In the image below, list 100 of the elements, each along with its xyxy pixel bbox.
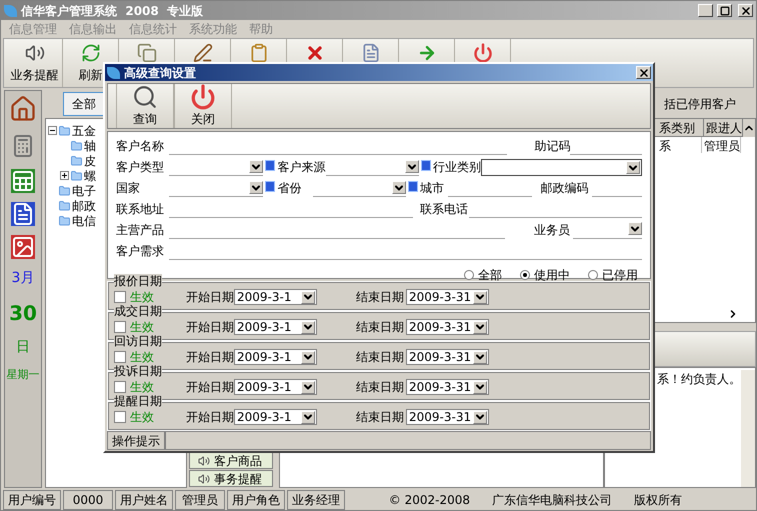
dropdown-button[interactable]: [473, 290, 487, 304]
date-picker[interactable]: 2009-3-31: [406, 349, 489, 365]
dropdown-button[interactable]: [249, 181, 264, 194]
status-text: 用户角色: [227, 490, 285, 510]
calendar-day-unit: 日: [16, 338, 30, 357]
field-label: 结束日期: [356, 379, 405, 396]
date-picker[interactable]: 2009-3-31: [406, 379, 489, 395]
maximize-icon: [720, 6, 730, 16]
dropdown-button[interactable]: [301, 290, 315, 304]
calculator-icon[interactable]: [11, 132, 35, 160]
dropdown-button[interactable]: [473, 410, 487, 424]
dropdown-button[interactable]: [301, 350, 315, 364]
tree-item[interactable]: 五金: [72, 122, 96, 140]
dropdown-button[interactable]: [392, 181, 406, 194]
minimize-button[interactable]: [698, 4, 713, 17]
tree-item[interactable]: 电子: [72, 182, 96, 200]
date-picker[interactable]: 2009-3-31: [406, 409, 489, 425]
copy-icon: [136, 42, 156, 62]
document-icon: [360, 42, 380, 62]
pen-icon: [192, 42, 212, 62]
group-title: 提醒日期: [114, 394, 162, 408]
lookup-icon[interactable]: [420, 160, 431, 171]
status-text: 业务经理: [287, 490, 345, 510]
field-label: 国家: [116, 180, 141, 197]
dropdown-button[interactable]: [628, 222, 642, 235]
maximize-button[interactable]: [717, 4, 732, 17]
tree-item[interactable]: 螺: [84, 166, 96, 184]
folder-icon: [58, 200, 71, 212]
table-cell: 管理员: [702, 137, 741, 153]
combo-field[interactable]: [169, 160, 264, 176]
combo-field[interactable]: [326, 160, 419, 176]
radio-option[interactable]: 全部: [464, 266, 502, 284]
speaker-icon: [24, 42, 44, 62]
home-icon[interactable]: [9, 95, 37, 123]
date-picker[interactable]: 2009-3-31: [406, 289, 489, 305]
nav-button[interactable]: 事务提醒: [189, 470, 273, 487]
date-picker[interactable]: 2009-3-1: [234, 289, 317, 305]
lookup-icon[interactable]: [265, 160, 276, 171]
expander-icon[interactable]: [48, 126, 57, 135]
field-label: 行业类别: [432, 159, 481, 176]
radio-option[interactable]: 已停用: [588, 266, 638, 284]
show-all-button[interactable]: 全部: [63, 92, 105, 116]
status-text: 版权所有: [633, 492, 683, 509]
dropdown-button[interactable]: [626, 161, 640, 174]
field-label: 开始日期: [186, 379, 234, 396]
dropdown-button[interactable]: [301, 380, 315, 394]
refresh-icon: [80, 42, 100, 62]
folder-icon: [70, 140, 83, 152]
field-label: 省份: [277, 180, 302, 197]
clipboard-icon: [248, 42, 268, 62]
dropdown-button[interactable]: [473, 350, 487, 364]
expander-icon[interactable]: [60, 171, 69, 180]
speaker-icon: [198, 472, 210, 484]
combo-field[interactable]: [572, 222, 642, 239]
combo-field[interactable]: [169, 181, 264, 197]
power-icon: [472, 42, 492, 62]
dropdown-button[interactable]: [473, 320, 487, 334]
field-label: 开始日期: [186, 319, 234, 336]
date-picker[interactable]: 2009-3-1: [234, 409, 317, 425]
date-picker[interactable]: 2009-3-31: [406, 319, 489, 335]
note-text: 系！约负责人。: [657, 371, 741, 388]
group-title: 成交日期: [114, 304, 162, 318]
dropdown-button[interactable]: [473, 380, 487, 394]
folder-icon: [70, 154, 83, 166]
folder-icon: [58, 124, 71, 136]
status-text: 0000: [63, 490, 113, 510]
dropdown-button[interactable]: [301, 320, 315, 334]
calendar-day: 30: [9, 298, 37, 328]
calendar-weekday: 星期一: [6, 367, 40, 383]
dropdown-button[interactable]: [301, 410, 315, 424]
tree-item[interactable]: 邮政: [72, 196, 96, 214]
status-text: 用户姓名: [115, 490, 173, 510]
app-logo-icon: [107, 66, 120, 78]
date-picker[interactable]: 2009-3-1: [234, 319, 317, 335]
lookup-icon[interactable]: [408, 181, 418, 192]
scrollbar[interactable]: [741, 370, 755, 487]
calendar-month: 3月: [12, 269, 34, 288]
group-title: 投诉日期: [114, 364, 162, 378]
date-picker[interactable]: 2009-3-1: [234, 349, 317, 365]
close-button[interactable]: [738, 4, 753, 17]
dropdown-button[interactable]: [249, 160, 264, 173]
combo-field[interactable]: [313, 181, 406, 197]
toolbar-button[interactable]: 查询: [116, 84, 174, 128]
tree-item[interactable]: 轴: [84, 136, 96, 154]
radio-option[interactable]: 使用中: [520, 266, 570, 284]
tree-item[interactable]: 电信: [72, 212, 96, 230]
field-label: 联系电话: [420, 201, 469, 218]
lookup-icon[interactable]: [265, 181, 276, 192]
image-icon[interactable]: [11, 235, 35, 259]
document-icon[interactable]: [11, 202, 35, 226]
column-header[interactable]: 跟进人: [704, 119, 743, 137]
select-field[interactable]: [480, 159, 642, 176]
spreadsheet-icon[interactable]: [11, 169, 35, 193]
tree-item[interactable]: 皮: [84, 152, 96, 170]
date-picker[interactable]: 2009-3-1: [234, 379, 317, 395]
dropdown-button[interactable]: [404, 160, 419, 173]
toolbar-button[interactable]: 业务提醒: [7, 39, 63, 87]
close-button[interactable]: [636, 66, 651, 79]
toolbar-button[interactable]: 关闭: [174, 84, 232, 128]
nav-button[interactable]: 客户商品: [189, 452, 273, 469]
